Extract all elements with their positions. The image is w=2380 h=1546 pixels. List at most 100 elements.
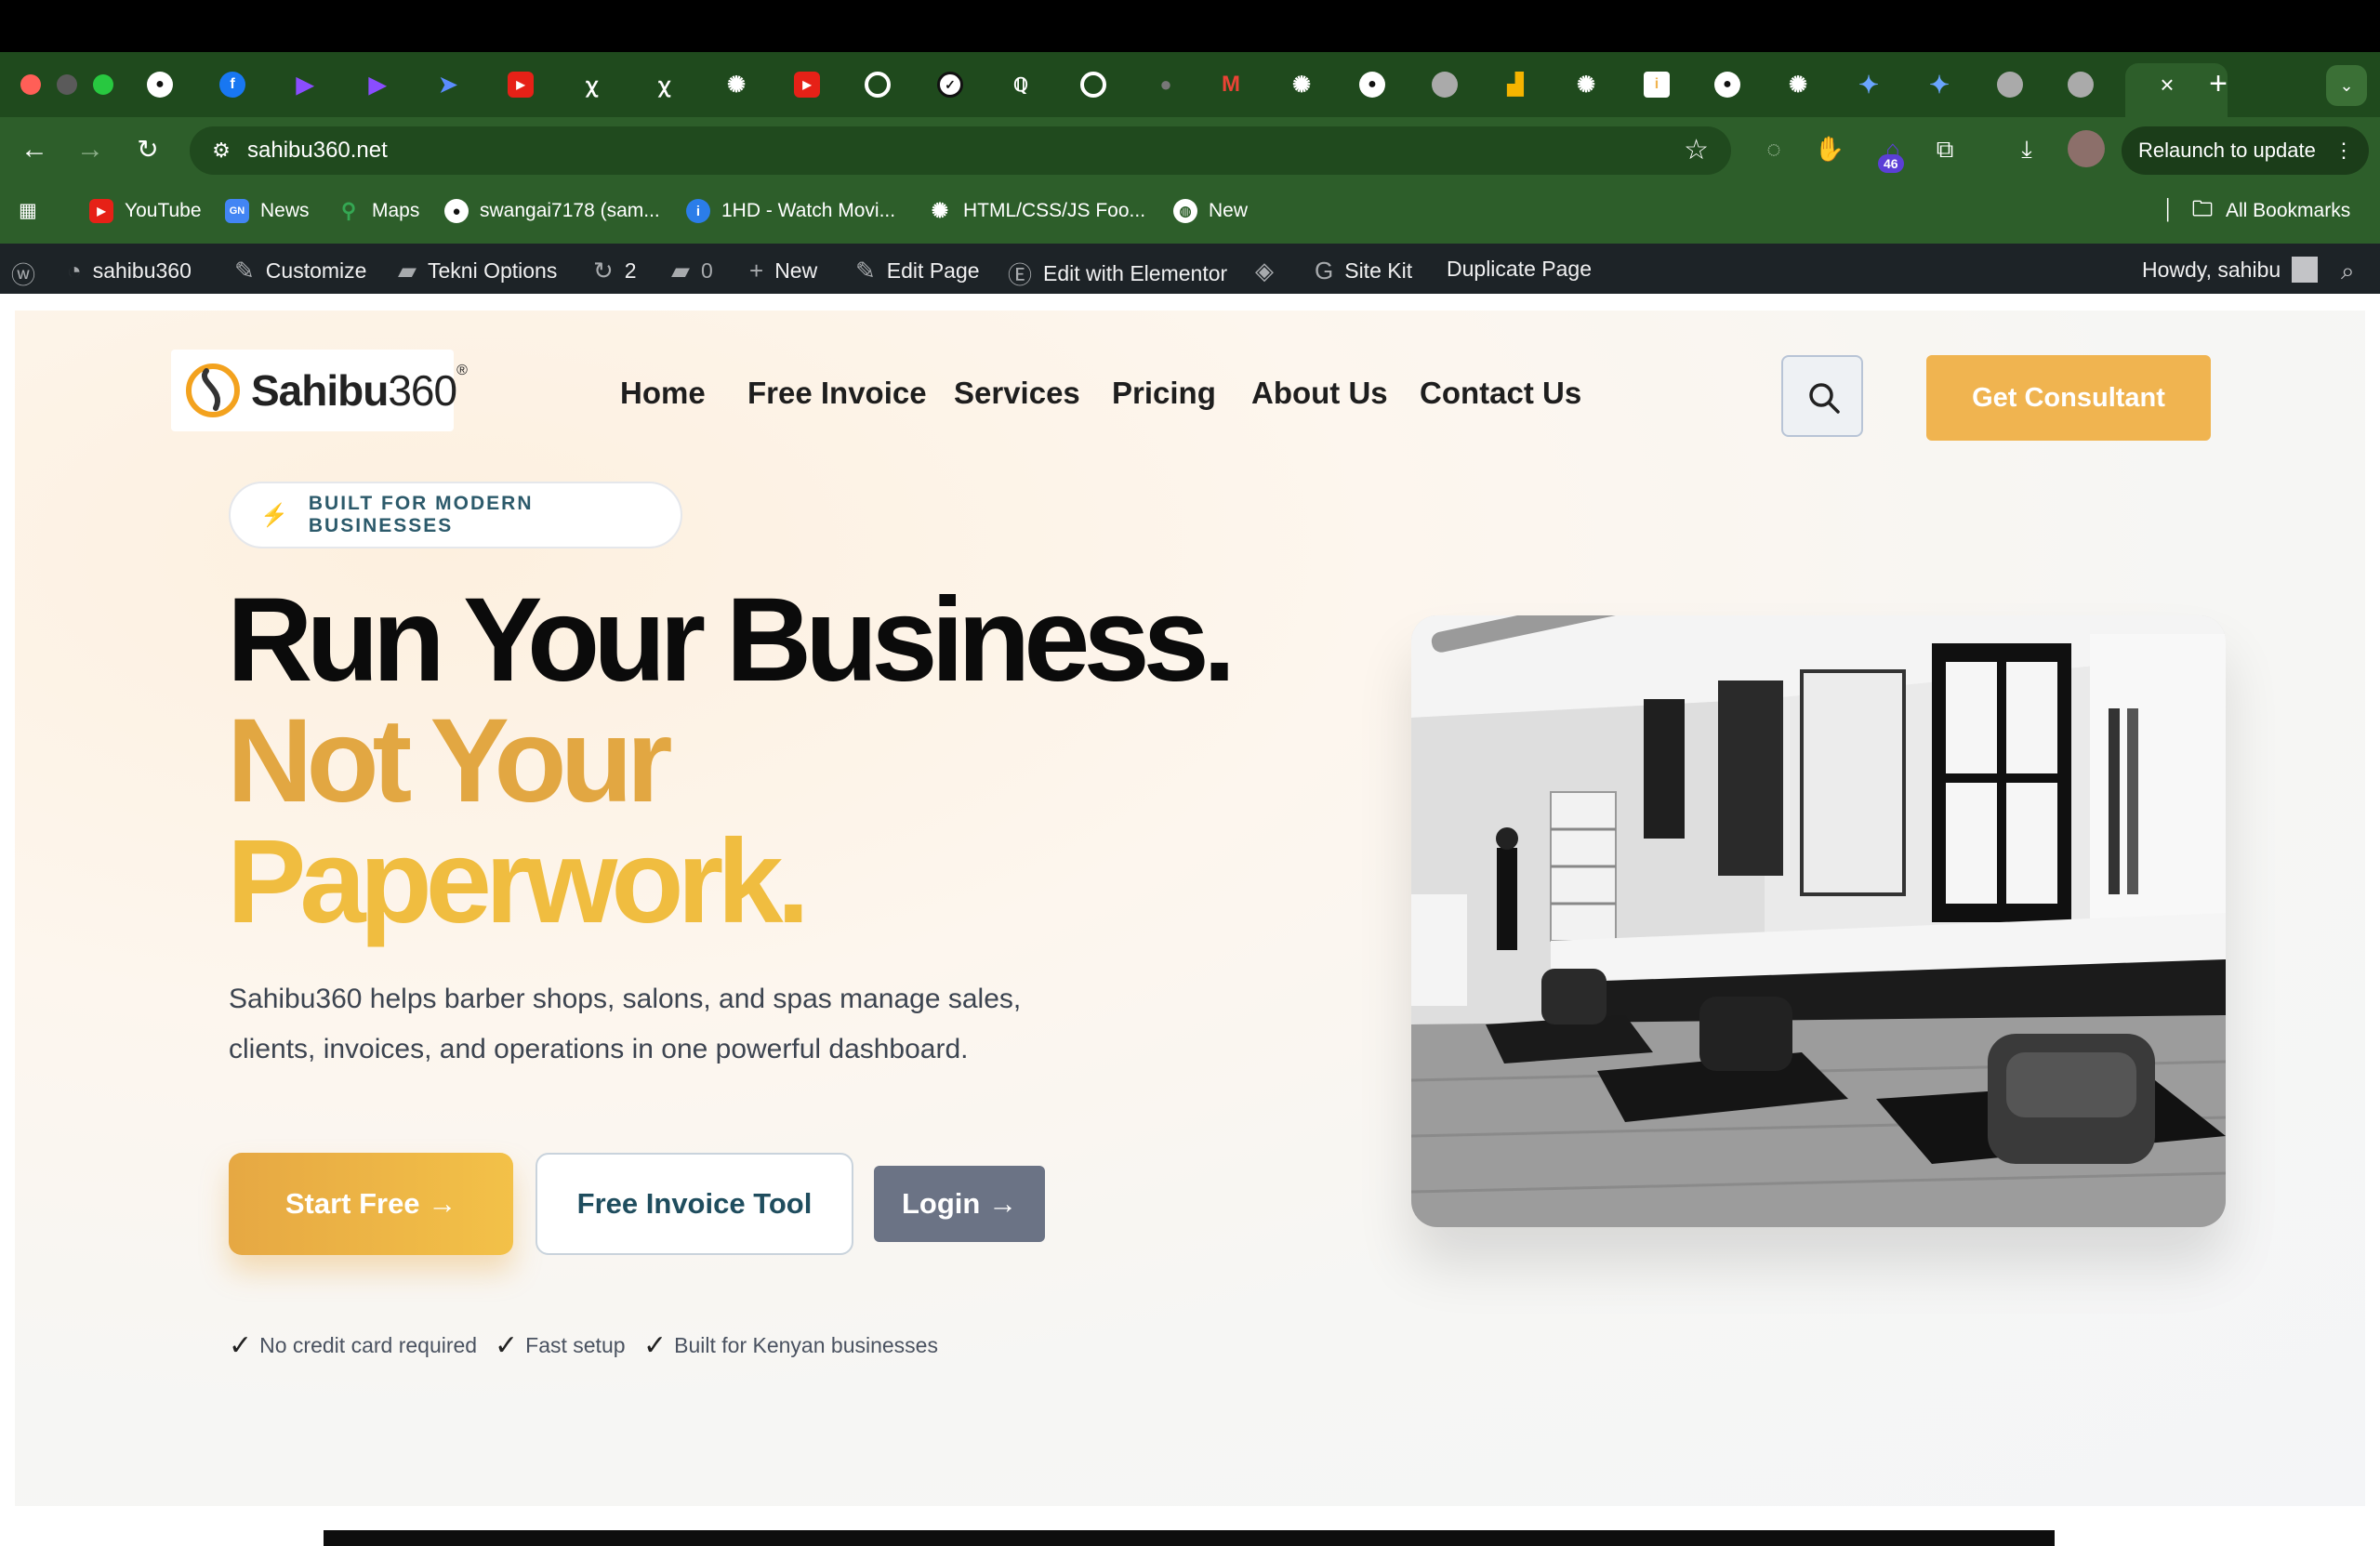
download-icon[interactable]: ⤓ [2008, 130, 2045, 167]
nav-home[interactable]: Home [620, 376, 706, 411]
bookmark-html-css-js[interactable]: ✺ HTML/CSS/JS Foo... [928, 199, 1145, 223]
apps-grid-icon[interactable]: ▦ [19, 199, 37, 222]
openai-icon[interactable]: ✺ [1785, 72, 1811, 98]
extension-icon[interactable]: ✋ [1811, 130, 1848, 167]
dashboard-icon: ◔ [67, 257, 82, 284]
forward-arrow-icon[interactable]: → [73, 132, 108, 167]
wp-updates[interactable]: ↻ 2 [593, 257, 637, 285]
extension-icon[interactable]: ◌ [1755, 130, 1792, 167]
relaunch-label: Relaunch to update [2138, 139, 2316, 162]
bookmark-star-icon[interactable]: ☆ [1684, 134, 1709, 166]
nav-about-us[interactable]: About Us [1251, 376, 1388, 411]
github-icon[interactable]: ● [1359, 72, 1385, 98]
globe-icon[interactable] [1997, 72, 2023, 98]
more-vert-icon[interactable]: ⋮ [2334, 126, 2354, 175]
site-search-button[interactable] [1781, 355, 1863, 437]
minimize-window-button[interactable] [57, 74, 77, 95]
openai-icon[interactable]: ✺ [1573, 72, 1599, 98]
profile-avatar[interactable] [2068, 130, 2105, 167]
free-invoice-tool-button[interactable]: Free Invoice Tool [536, 1153, 853, 1255]
url-text[interactable]: sahibu360.net [247, 138, 388, 164]
nav-services[interactable]: Services [954, 376, 1080, 411]
youtube-icon[interactable]: ▶ [508, 72, 534, 98]
check-circle-icon[interactable]: ✓ [937, 72, 963, 98]
openai-icon[interactable]: ✺ [1289, 72, 1315, 98]
plus-icon: + [749, 257, 764, 284]
globe-icon[interactable] [1432, 72, 1458, 98]
back-arrow-icon[interactable]: ← [17, 132, 52, 167]
elementor-icon: Ⓔ [1008, 261, 1033, 289]
tab-favicon-icon[interactable]: ꭓ [651, 72, 677, 98]
bookmark-new[interactable]: ◍ New [1173, 199, 1248, 223]
tab-favicon-icon[interactable]: ꭓ [578, 72, 604, 98]
all-bookmarks[interactable]: 🗀 All Bookmarks [2190, 197, 2350, 223]
openai-icon: ✺ [931, 199, 949, 222]
comment-icon: ▰ [671, 257, 690, 284]
wp-edit-elementor[interactable]: Ⓔ Edit with Elementor [1008, 257, 1227, 291]
nav-contact-us[interactable]: Contact Us [1420, 376, 1581, 411]
site-logo[interactable]: Sahibu360 ® [171, 350, 468, 431]
get-consultant-button[interactable]: Get Consultant [1926, 355, 2211, 441]
zoom-window-button[interactable] [93, 74, 113, 95]
bookmark-news[interactable]: GN News [225, 199, 310, 223]
address-bar[interactable]: ⚙ sahibu360.net ☆ [190, 126, 1731, 175]
wp-duplicate-page[interactable]: Duplicate Page [1447, 257, 1592, 282]
gemini-icon[interactable]: ✦ [1856, 71, 1882, 99]
tab-favicon-icon[interactable]: i [1644, 72, 1670, 98]
youtube-icon[interactable]: ▶ [794, 72, 820, 98]
macos-menubar-area [0, 0, 2380, 52]
tab-strip: ● f ▶ ▶ ➤ ▶ ꭓ ꭓ ✺ ▶ ✓ ℚ ● M ✺ ● ▟ ✺ i ● … [0, 52, 2380, 117]
extensions-puzzle-icon[interactable]: ⧉ [1926, 130, 1964, 167]
tab-favicon-icon[interactable]: ℚ [1008, 72, 1034, 98]
bookmark-maps[interactable]: ⚲ Maps [337, 199, 419, 223]
maps-icon: ⚲ [340, 199, 357, 222]
relaunch-button[interactable]: Relaunch to update ⋮ [2122, 126, 2369, 175]
globe-icon[interactable] [2068, 72, 2094, 98]
facebook-icon[interactable]: f [219, 72, 245, 98]
bookmark-1hd[interactable]: i 1HD - Watch Movi... [686, 199, 895, 223]
wp-comments[interactable]: ▰ 0 [671, 257, 713, 285]
play-icon[interactable]: ▶ [292, 72, 318, 98]
logo-text: Sahibu360 [251, 366, 457, 415]
play-icon[interactable]: ▶ [364, 72, 390, 98]
wp-edit-page[interactable]: ✎ Edit Page [855, 257, 980, 285]
wp-site-kit[interactable]: G Site Kit [1315, 257, 1412, 285]
github-icon[interactable]: ● [1714, 72, 1740, 98]
wp-new[interactable]: + New [749, 257, 817, 285]
chrome-icon[interactable] [1080, 72, 1106, 98]
chrome-icon[interactable] [865, 72, 891, 98]
nav-free-invoice[interactable]: Free Invoice [747, 376, 927, 411]
apple-icon[interactable]: ● [1153, 72, 1179, 98]
next-section-edge [324, 1530, 2055, 1546]
wp-site-name[interactable]: ◔ sahibu360 [67, 257, 192, 285]
page-viewport: Sahibu360 ® Home Free Invoice Services P… [0, 294, 2380, 1546]
salon-interior-image [1411, 615, 2226, 1227]
wp-howdy[interactable]: Howdy, sahibu [2142, 257, 2319, 283]
tab-search-chevron-icon[interactable]: ⌄ [2326, 65, 2367, 106]
bookmark-github[interactable]: ● swangai7178 (sam... [444, 199, 660, 223]
site-settings-icon[interactable]: ⚙ [206, 136, 236, 165]
new-tab-button[interactable]: + [2203, 68, 2233, 99]
lightning-icon: ⚡ [260, 502, 288, 528]
diamond-icon: ◈ [1255, 257, 1274, 284]
bookmark-youtube[interactable]: ▶ YouTube [89, 199, 202, 223]
wp-search-icon[interactable]: ⌕ [2341, 257, 2366, 286]
close-window-button[interactable] [20, 74, 41, 95]
start-free-button[interactable]: Start Free → [229, 1153, 513, 1255]
wp-customize[interactable]: ✎ Customize [234, 257, 366, 285]
reload-icon[interactable]: ↻ [130, 132, 165, 167]
send-icon[interactable]: ➤ [435, 72, 461, 98]
analytics-icon[interactable]: ▟ [1502, 72, 1528, 98]
logo-swirl-icon [184, 362, 242, 419]
openai-icon[interactable]: ✺ [723, 72, 749, 98]
gemini-icon[interactable]: ✦ [1926, 71, 1952, 99]
gmail-icon[interactable]: M [1218, 72, 1244, 98]
close-tab-icon[interactable]: × [2153, 71, 2181, 99]
wordpress-logo-icon[interactable]: ⓦ [11, 257, 46, 291]
github-icon[interactable]: ● [147, 72, 173, 98]
wp-tekni-options[interactable]: ▰ Tekni Options [398, 257, 557, 285]
wp-diamond[interactable]: ◈ [1255, 257, 1285, 285]
youtube-icon: ▶ [89, 199, 113, 223]
login-button[interactable]: Login → [874, 1166, 1045, 1242]
nav-pricing[interactable]: Pricing [1112, 376, 1216, 411]
